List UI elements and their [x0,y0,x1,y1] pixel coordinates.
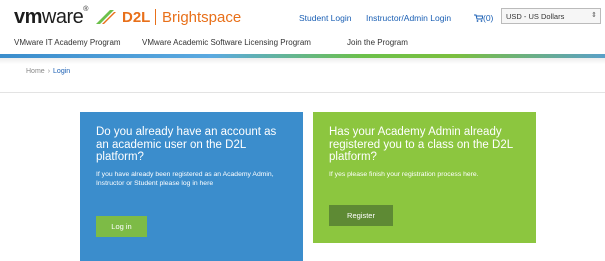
logo-divider [155,9,156,25]
cart-icon [474,14,483,22]
d2l-logo-text: D2L [122,9,151,26]
admin-registered-card: Has your Academy Admin already registere… [313,112,536,243]
main-nav: VMware IT Academy Program VMware Academi… [0,32,605,52]
vmware-logo-registered: ® [83,6,88,13]
cart-link[interactable]: (0) [474,13,493,23]
admin-card-heading: Has your Academy Admin already registere… [329,126,513,163]
admin-card-body: If yes please finish your registration p… [329,170,479,178]
brightspace-logo-text: Brightspace [162,9,242,26]
academic-card-heading: Do you already have an account as an aca… [96,126,277,163]
chevron-updown-icon: ⇕ [591,12,597,19]
vmware-logo[interactable]: vmware® [14,6,88,29]
nav-item-it-academy[interactable]: VMware IT Academy Program [14,38,121,47]
currency-select[interactable]: USD - US Dollars ⇕ [501,8,601,24]
vmware-logo-bold: vm [14,6,42,28]
log-in-button[interactable]: Log in [96,216,147,237]
header-shadow [0,58,605,64]
d2l-slash-logo-icon [96,10,116,24]
breadcrumb-home[interactable]: Home [26,68,45,75]
breadcrumb-separator: › [47,68,51,75]
cart-count: (0) [483,13,494,23]
register-button[interactable]: Register [329,205,393,226]
breadcrumb-current[interactable]: Login [53,68,70,75]
top-header: vmware® D2L Brightspace Student Login In… [0,0,605,32]
nav-item-software-licensing[interactable]: VMware Academic Software Licensing Progr… [142,38,311,47]
nav-item-join-program[interactable]: Join the Program [347,38,408,47]
currency-value: USD - US Dollars [506,12,565,21]
instructor-admin-login-link[interactable]: Instructor/Admin Login [366,13,451,23]
academic-card-body: If you have already been registered as a… [96,170,274,187]
content-divider [0,92,605,93]
student-login-link[interactable]: Student Login [299,13,351,23]
vmware-logo-rest: ware [41,6,84,28]
breadcrumb: Home › Login [26,68,70,75]
academic-login-card: Do you already have an account as an aca… [80,112,303,261]
